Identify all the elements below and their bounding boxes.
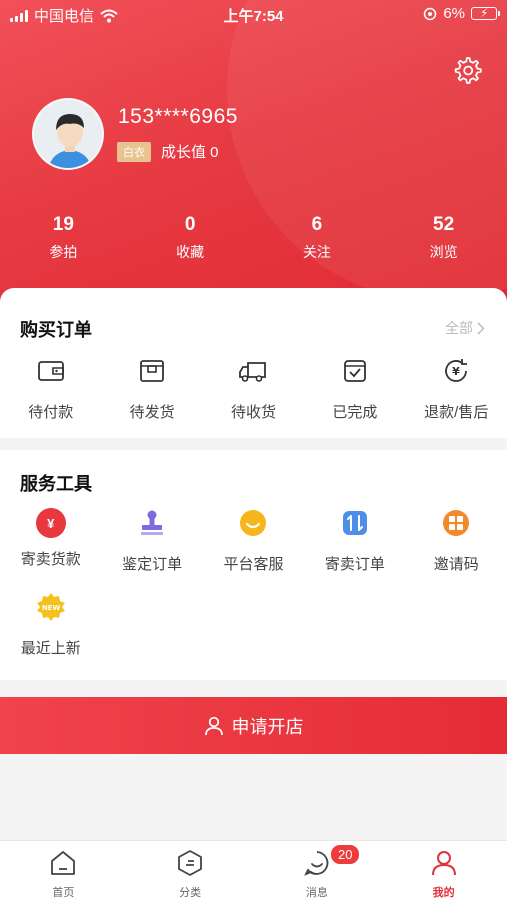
tab-label: 首页 xyxy=(52,887,75,899)
tab-category[interactable]: 分类 xyxy=(127,841,254,900)
refund-icon: ¥ xyxy=(445,359,468,382)
transfer-icon xyxy=(342,511,367,535)
tab-messages[interactable]: 消息 xyxy=(254,841,381,900)
profile-icon xyxy=(431,851,456,876)
message-count-badge: 20 xyxy=(330,844,361,865)
tab-label: 消息 xyxy=(305,887,328,899)
order-item-label: 退款/售后 xyxy=(424,404,489,421)
order-item-label: 待收货 xyxy=(230,404,276,421)
tool-label: 鉴定订单 xyxy=(122,556,183,573)
battery-icon: ⚡ xyxy=(471,6,500,20)
stat-value: 52 xyxy=(433,214,455,235)
stat-browsed[interactable]: 52 浏览 xyxy=(380,214,507,262)
tab-label: 分类 xyxy=(179,887,202,899)
view-all-label: 全部 xyxy=(445,320,473,336)
order-item-label: 待发货 xyxy=(129,404,175,421)
order-pending-shipment[interactable]: 待发货 xyxy=(101,356,202,422)
stat-following[interactable]: 6 关注 xyxy=(254,214,381,262)
user-phone: 153****6965 xyxy=(118,105,238,128)
tool-label: 平台客服 xyxy=(223,556,284,573)
new-icon: NEW xyxy=(36,593,65,621)
order-completed[interactable]: 已完成 xyxy=(304,356,405,422)
tools-title: 服务工具 xyxy=(20,474,92,494)
order-item-label: 待付款 xyxy=(28,404,74,421)
stats-row: 19 参拍 0 收藏 6 关注 52 浏览 xyxy=(0,214,507,262)
orders-card: 购买订单 全部 待付款 待发货 待收货 已完成 ¥ 退款/售后 xyxy=(0,288,507,438)
service-icon xyxy=(240,510,267,536)
battery-percent: 6% xyxy=(443,5,465,22)
stat-value: 19 xyxy=(52,214,74,235)
view-all-orders-link[interactable]: 全部 xyxy=(445,318,485,338)
grid-icon xyxy=(443,510,470,536)
category-icon xyxy=(178,850,203,876)
svg-text:¥: ¥ xyxy=(452,365,460,378)
open-store-label: 申请开店 xyxy=(231,716,304,737)
stat-value: 0 xyxy=(184,214,196,235)
tab-mine[interactable]: 我的 xyxy=(380,841,507,900)
completed-icon xyxy=(343,360,366,382)
tool-label: 邀请码 xyxy=(433,556,479,573)
stat-label: 关注 xyxy=(302,244,331,260)
status-bar: 中国电信 上午7:54 6% ⚡ xyxy=(0,0,507,28)
box-icon xyxy=(140,360,164,382)
tool-label: 寄卖订单 xyxy=(324,556,385,573)
bottom-tab-bar: 首页 分类 消息 我的 xyxy=(0,840,507,900)
order-item-label: 已完成 xyxy=(332,404,378,421)
stat-favorites[interactable]: 0 收藏 xyxy=(127,214,254,262)
orientation-lock-icon xyxy=(424,7,437,20)
tool-new-arrivals[interactable]: NEW 最近上新 xyxy=(0,592,101,658)
wallet-icon xyxy=(37,361,64,381)
tool-appraisal-orders[interactable]: 鉴定订单 xyxy=(101,508,202,574)
tool-label: 寄卖货款 xyxy=(20,551,81,568)
tool-label: 最近上新 xyxy=(20,640,81,657)
open-store-button[interactable]: 申请开店 xyxy=(0,697,507,754)
level-badge: 白衣 xyxy=(117,141,151,162)
truck-icon xyxy=(239,362,267,382)
chevron-right-icon xyxy=(477,321,485,335)
tool-customer-service[interactable]: 平台客服 xyxy=(203,508,304,574)
tab-home[interactable]: 首页 xyxy=(0,841,127,900)
growth-value[interactable]: 成长值 0 xyxy=(161,141,219,162)
order-pending-payment[interactable]: 待付款 xyxy=(0,356,101,422)
settings-gear-icon[interactable] xyxy=(452,55,482,85)
order-refund[interactable]: ¥ 退款/售后 xyxy=(406,356,507,422)
stat-label: 浏览 xyxy=(429,244,458,260)
message-icon xyxy=(304,851,329,876)
order-pending-receipt[interactable]: 待收货 xyxy=(203,356,304,422)
home-icon xyxy=(51,851,76,875)
avatar[interactable] xyxy=(32,98,104,170)
stat-label: 收藏 xyxy=(176,244,205,260)
stat-bids[interactable]: 19 参拍 xyxy=(0,214,127,262)
user-icon xyxy=(204,716,223,735)
service-tools-card: 服务工具 ¥ 寄卖货款 鉴定订单 平台客服 寄卖订单 邀请码 NEW 最近上新 xyxy=(0,450,507,680)
tool-consignment-orders[interactable]: 寄卖订单 xyxy=(304,508,405,574)
yen-icon: ¥ xyxy=(35,508,66,538)
stamp-icon xyxy=(141,510,164,535)
stat-label: 参拍 xyxy=(49,244,78,260)
stat-value: 6 xyxy=(311,214,323,235)
tool-invite-code[interactable]: 邀请码 xyxy=(406,508,507,574)
tab-label: 我的 xyxy=(432,887,455,899)
tool-consignment-payment[interactable]: ¥ 寄卖货款 xyxy=(0,508,101,574)
orders-title: 购买订单 xyxy=(20,320,92,340)
new-badge-text: NEW xyxy=(42,604,61,612)
